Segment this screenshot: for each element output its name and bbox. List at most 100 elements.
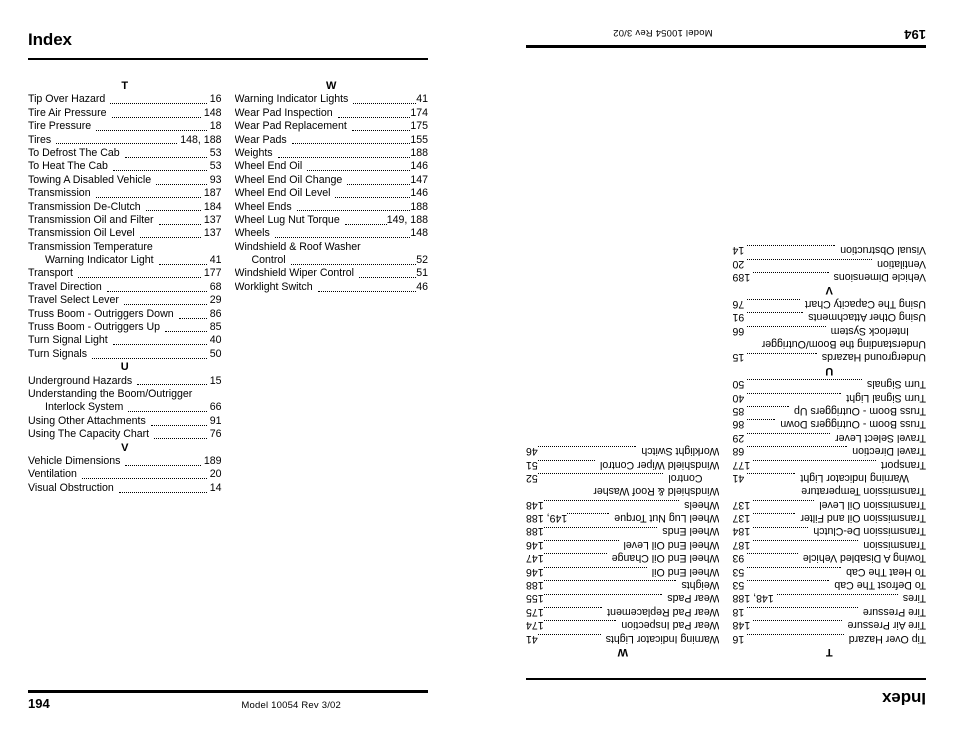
index-entry[interactable]: Wear Pads 155 [526,591,720,604]
index-entry[interactable]: Vehicle Dimensions 189 [28,455,222,468]
index-entry[interactable]: Warning Indicator Light 41 [733,471,927,484]
index-entry-label: Ventilation [28,468,77,481]
index-entry[interactable]: Worklight Switch 46 [526,444,720,457]
index-entry[interactable]: Turn Signals 50 [28,348,222,361]
index-entry[interactable]: Wear Pad Replacement 175 [526,604,720,618]
index-entry[interactable]: Travel Direction 68 [28,281,222,294]
index-entry[interactable]: Visual Obstruction 14 [28,482,222,495]
index-entry[interactable]: Using The Capacity Chart 76 [28,428,222,441]
index-entry[interactable]: Wear Pads 155 [235,134,429,147]
index-entry[interactable]: To Heat The Cab 53 [733,564,927,578]
index-entry[interactable]: Visual Obstruction 14 [733,243,927,256]
index-entry[interactable]: Weights 188 [526,578,720,591]
footer-model-revision: Model 10054 Rev 3/02 [613,27,713,38]
index-entry[interactable]: Wheel End Oil 146 [526,564,720,578]
index-entry[interactable]: Using Other Attachments 91 [733,310,927,323]
index-entry[interactable]: Underground Hazards 15 [733,350,927,363]
index-entry[interactable]: Using The Capacity Chart 76 [733,296,927,310]
index-entry[interactable]: Using Other Attachments 91 [28,415,222,428]
index-entry[interactable]: Transmission Temperature [28,241,222,254]
index-entry[interactable]: Wheels 148 [235,227,429,240]
index-entry[interactable]: Travel Select Lever 29 [28,294,222,307]
index-entry[interactable]: Ventilation 20 [733,256,927,270]
dot-leader [747,473,796,476]
index-entry-label: Control [251,254,286,267]
index-entry[interactable]: Transmission 187 [28,187,222,200]
index-entry[interactable]: Transport 177 [28,267,222,280]
index-entry[interactable]: Wheel Lug Nut Torque 149, 188 [235,214,429,227]
index-entry[interactable]: Tire Air Pressure 148 [733,618,927,631]
index-entry[interactable]: Wheel End Oil Level 146 [526,537,720,551]
index-entry[interactable]: Truss Boom - Outriggers Up 85 [28,321,222,334]
index-entry[interactable]: Wear Pad Replacement 175 [235,120,429,133]
index-entry[interactable]: Wheel End Oil Change 147 [526,551,720,564]
index-entry[interactable]: Wear Pad Inspection 174 [235,107,429,120]
index-entry[interactable]: Truss Boom - Outriggers Up 85 [733,404,927,417]
index-entry[interactable]: Turn Signal Light 40 [28,334,222,347]
index-entry[interactable]: Transmission De-Clutch 184 [733,524,927,538]
index-entry[interactable]: Tires 148, 188 [28,134,222,147]
index-entry[interactable]: Transport 177 [733,457,927,471]
index-entry[interactable]: Warning Indicator Lights 41 [526,631,720,645]
index-entry[interactable]: Tires 148, 188 [733,591,927,604]
index-entry[interactable]: Control 52 [526,471,720,484]
index-entry[interactable]: Windshield & Roof Washer [526,484,719,497]
index-entry[interactable]: Control 52 [235,254,429,267]
index-entry[interactable]: Travel Select Lever 29 [733,430,927,444]
page-rotated-180: Index T Tip Over Hazard 16 Tire Air Pressur… [477,0,954,738]
index-entry[interactable]: Turn Signals 50 [733,377,927,390]
index-entry[interactable]: Ventilation 20 [28,468,222,481]
index-entry-page-number: 52 [416,254,428,267]
index-entry[interactable]: Transmission De-Clutch 184 [28,201,222,214]
index-entry[interactable]: Travel Direction 68 [733,444,927,457]
index-entry[interactable]: Vehicle Dimensions 189 [733,270,927,283]
index-entry[interactable]: Wheel End Oil Change 147 [235,174,429,187]
index-entry[interactable]: Worklight Switch 46 [235,281,429,294]
index-entry[interactable]: Transmission Oil and Filter 137 [28,214,222,227]
index-entry[interactable]: To Defrost The Cab 53 [28,147,222,160]
index-entry[interactable]: Transmission Oil and Filter 137 [733,511,927,524]
index-entry[interactable]: Windshield Wiper Control 51 [235,267,429,280]
index-entry[interactable]: Transmission Oil Level 137 [28,227,222,240]
index-entry[interactable]: Weights 188 [235,147,429,160]
index-entry[interactable]: Tip Over Hazard 16 [28,93,222,106]
index-entry[interactable]: Warning Indicator Light 41 [28,254,222,267]
index-entry[interactable]: To Defrost The Cab 53 [733,578,927,591]
index-entry[interactable]: Windshield & Roof Washer [235,241,429,254]
index-entry[interactable]: Wheel Lug Nut Torque 149, 188 [526,511,720,524]
index-entry[interactable]: Towing A Disabled Vehicle 93 [733,551,927,564]
index-entry[interactable]: Wheels 148 [526,497,720,511]
index-entry-page-number: 147 [526,552,544,565]
index-entry[interactable]: Interlock System 66 [28,401,222,414]
index-entry[interactable]: Wheel End Oil 146 [235,160,429,173]
index-entry[interactable]: Interlock System 66 [733,323,927,337]
index-entry[interactable]: Transmission Temperature [733,484,926,497]
dot-leader [537,473,664,476]
dot-leader [158,223,201,225]
index-entry[interactable]: Wheel End Oil Level 146 [235,187,429,200]
index-entry[interactable]: Tip Over Hazard 16 [733,631,927,645]
index-entry[interactable]: Warning Indicator Lights 41 [235,93,429,106]
index-entry[interactable]: Turn Signal Light 40 [733,390,927,404]
index-entry[interactable]: Truss Boom - Outriggers Down 86 [28,308,222,321]
index-entry[interactable]: Truss Boom - Outriggers Down 86 [733,417,927,430]
dot-leader [156,183,207,185]
index-entry[interactable]: Understanding the Boom/Outrigger [28,388,222,401]
index-entry[interactable]: Transmission Oil Level 137 [733,497,927,511]
index-entry[interactable]: Wear Pad Inspection 174 [526,618,720,631]
index-entry[interactable]: Tire Air Pressure 148 [28,107,222,120]
index-entry[interactable]: Towing A Disabled Vehicle 93 [28,174,222,187]
index-entry-label: Warning Indicator Light [45,254,154,267]
dot-leader [537,633,601,636]
index-entry[interactable]: Understanding the Boom/Outrigger [733,337,926,350]
dot-leader [128,410,207,413]
index-entry[interactable]: Windshield Wiper Control 51 [526,457,720,471]
index-entry[interactable]: Tire Pressure 18 [732,604,927,618]
index-entry[interactable]: To Heat The Cab 53 [28,160,222,173]
index-entry[interactable]: Tire Pressure 18 [28,120,222,133]
index-entry[interactable]: Transmission 187 [733,537,927,551]
index-entry-page-number: 18 [732,605,745,618]
index-entry[interactable]: Wheel Ends 188 [235,201,429,214]
index-entry[interactable]: Underground Hazards 15 [28,375,222,388]
index-entry[interactable]: Wheel Ends 188 [526,524,720,538]
